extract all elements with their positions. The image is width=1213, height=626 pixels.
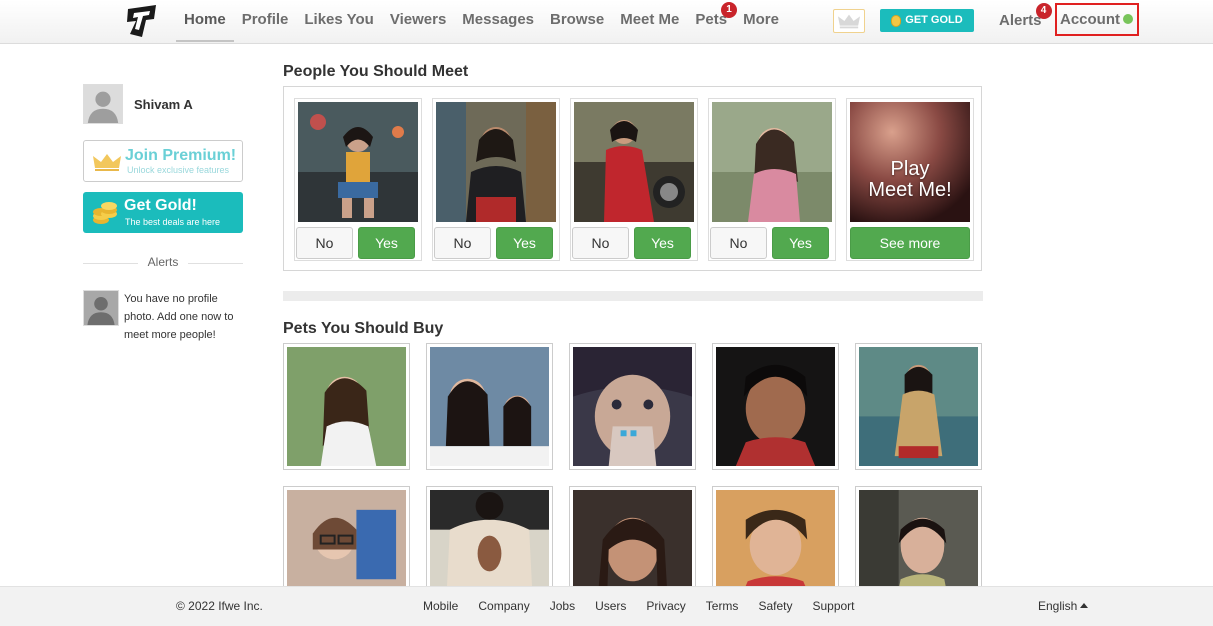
pet-card[interactable] [426,343,553,470]
yes-button[interactable]: Yes [772,227,829,259]
footer-link-company[interactable]: Company [478,599,529,613]
alert-message: You have no profile photo. Add one now t… [124,293,234,341]
get-gold-sidebar-button[interactable]: Get Gold! The best deals are here [83,192,243,233]
nav-browse-label: Browse [550,11,605,28]
footer-link-jobs[interactable]: Jobs [550,599,575,613]
nav-viewers[interactable]: Viewers [382,0,454,42]
nav-home[interactable]: Home [176,0,234,42]
caret-up-icon [1080,603,1089,608]
alerts-nav[interactable]: Alerts 4 [999,0,1052,42]
pet-card[interactable] [712,343,839,470]
no-button[interactable]: No [434,227,491,259]
pet-photo [287,347,406,466]
premium-crown-button[interactable] [833,9,865,33]
footer: © 2022 Ifwe Inc. Mobile Company Jobs Use… [0,586,1213,626]
top-navigation-bar: Home Profile Likes You Viewers Messages … [0,0,1213,44]
pet-card[interactable] [855,343,982,470]
section-divider [283,291,983,301]
current-user[interactable]: Shivam A [83,84,193,124]
pet-photo [573,347,692,466]
play-line: Play [890,158,930,180]
meet-card: No Yes [294,98,422,261]
nav-home-label: Home [184,11,226,28]
nav-profile[interactable]: Profile [234,0,297,42]
nav-likes-you[interactable]: Likes You [296,0,381,42]
get-gold-subtitle: The best deals are here [125,217,221,227]
people-you-should-meet-heading: People You Should Meet [283,63,469,80]
alerts-badge: 4 [1035,3,1052,19]
language-label: English [1038,599,1078,613]
nav-more[interactable]: More [735,0,787,42]
profile-photo[interactable] [436,102,556,222]
language-selector[interactable]: English [1038,599,1089,613]
join-premium-button[interactable]: Join Premium! Unlock exclusive features [83,140,243,182]
get-gold-label: GET GOLD [905,14,963,26]
no-button[interactable]: No [572,227,629,259]
user-name[interactable]: Shivam A [134,97,193,112]
footer-link-safety[interactable]: Safety [758,599,792,613]
footer-links: Mobile Company Jobs Users Privacy Terms … [413,599,865,613]
copyright-text: © 2022 Ifwe Inc. [176,599,263,613]
no-button[interactable]: No [296,227,353,259]
nav-more-label: More [743,11,779,28]
default-avatar-icon [84,85,122,123]
meet-card: No Yes [432,98,560,261]
meet-card: No Yes [708,98,836,261]
join-premium-subtitle: Unlock exclusive features [127,165,230,175]
get-gold-title: Get Gold! [124,197,197,214]
crown-icon [93,154,121,171]
footer-link-privacy[interactable]: Privacy [646,599,685,613]
footer-link-mobile[interactable]: Mobile [423,599,458,613]
play-meet-me-text: Play Meet Me! [850,159,970,201]
coins-icon [93,202,117,224]
pet-photo [716,347,835,466]
account-label: Account [1060,11,1120,28]
meet-me-line: Meet Me! [868,179,952,201]
nav-browse[interactable]: Browse [542,0,612,42]
alert-avatar [83,290,119,326]
profile-photo[interactable] [712,102,832,222]
nav-pets[interactable]: Pets 1 [687,0,738,42]
nav-messages-label: Messages [462,11,535,28]
play-meet-me-image[interactable]: Play Meet Me! [850,102,970,222]
profile-photo[interactable] [298,102,418,222]
default-avatar-icon [84,291,118,325]
pets-you-should-buy-heading: Pets You Should Buy [283,320,444,337]
play-meet-me-card: Play Meet Me! See more [846,98,974,261]
nav-meet-me[interactable]: Meet Me [612,0,687,42]
yes-button[interactable]: Yes [358,227,415,259]
alerts-section-heading: Alerts [83,255,243,269]
online-status-icon [1123,14,1133,24]
alerts-label: Alerts [999,12,1042,29]
pet-card[interactable] [569,343,696,470]
main-nav: Home Profile Likes You Viewers Messages … [176,0,787,44]
pet-photo [430,347,549,466]
gold-coin-icon [891,14,902,27]
profile-photo[interactable] [574,102,694,222]
no-button[interactable]: No [710,227,767,259]
nav-messages[interactable]: Messages [454,0,542,42]
nav-viewers-label: Viewers [389,11,447,28]
meet-card: No Yes [570,98,698,261]
footer-link-support[interactable]: Support [812,599,854,613]
nav-profile-label: Profile [241,11,289,28]
meet-suggestions-box: No Yes No Yes No Yes No Yes Play Meet Me!… [283,86,982,271]
yes-button[interactable]: Yes [634,227,691,259]
nav-likes-you-label: Likes You [304,11,374,28]
crown-icon [838,14,860,29]
nav-meet-me-label: Meet Me [620,11,680,28]
footer-link-users[interactable]: Users [595,599,626,613]
see-more-button[interactable]: See more [850,227,970,259]
pet-photo [859,347,978,466]
tagged-logo-icon[interactable] [124,3,160,39]
yes-button[interactable]: Yes [496,227,553,259]
join-premium-title: Join Premium! [125,147,237,164]
avatar[interactable] [83,84,123,124]
account-menu[interactable]: Account [1055,3,1139,36]
get-gold-button[interactable]: GET GOLD [880,9,974,32]
footer-link-terms[interactable]: Terms [706,599,739,613]
pet-card[interactable] [283,343,410,470]
